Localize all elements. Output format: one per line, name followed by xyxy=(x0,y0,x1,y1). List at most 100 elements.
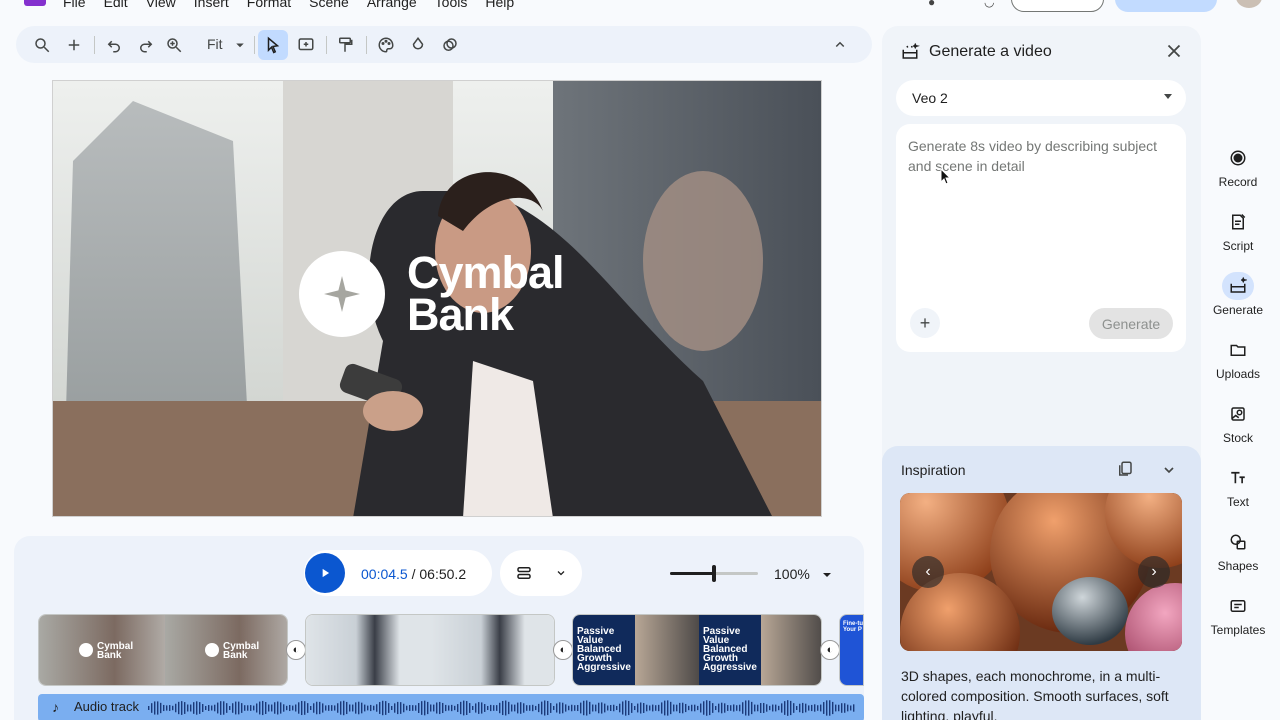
palette-icon[interactable] xyxy=(371,30,401,60)
video-canvas[interactable]: Cymbal Bank xyxy=(52,80,822,517)
rail-record[interactable]: Record xyxy=(1206,140,1270,196)
cymbal-bank-logo: Cymbal Bank xyxy=(299,250,565,337)
waveform-bar xyxy=(607,705,609,711)
waveform-bar xyxy=(496,705,498,711)
menu-view[interactable]: View xyxy=(146,0,176,10)
waveform-bar xyxy=(403,703,405,713)
waveform-bar xyxy=(784,701,786,715)
waveform-bar xyxy=(217,702,219,714)
waveform-bar xyxy=(655,705,657,711)
waveform-bar xyxy=(319,701,321,715)
menu-arrange[interactable]: Arrange xyxy=(367,0,417,10)
zoom-level[interactable]: 100% xyxy=(774,566,810,582)
waveform-bar xyxy=(697,705,699,711)
search-icon[interactable] xyxy=(27,30,57,60)
rail-script[interactable]: Script xyxy=(1206,204,1270,260)
waveform-bar xyxy=(598,702,600,714)
script-icon xyxy=(1222,208,1254,236)
waveform-bar xyxy=(226,703,228,713)
transition-icon[interactable]: ◐ xyxy=(820,640,840,660)
transition-icon[interactable]: ◐ xyxy=(286,640,306,660)
select-pointer-icon[interactable] xyxy=(258,30,288,60)
waveform-bar xyxy=(268,704,270,712)
caret-down-icon xyxy=(1164,94,1172,99)
slider-handle[interactable] xyxy=(712,565,716,582)
transition-icon[interactable]: ◐ xyxy=(553,640,573,660)
add-media-button[interactable]: + xyxy=(910,308,940,338)
avatar[interactable] xyxy=(1236,0,1262,8)
menu-help[interactable]: Help xyxy=(485,0,514,10)
undo-icon[interactable] xyxy=(99,30,129,60)
waveform-bar xyxy=(505,700,507,716)
menu-format[interactable]: Format xyxy=(247,0,291,10)
timeline-zoom-slider[interactable] xyxy=(670,565,758,582)
collapse-toolbar-icon[interactable] xyxy=(825,30,855,60)
generate-button[interactable]: Generate xyxy=(1089,308,1173,339)
clip-person[interactable] xyxy=(305,614,555,686)
chevron-down-icon[interactable] xyxy=(225,30,255,60)
rail-templates[interactable]: Templates xyxy=(1206,588,1270,644)
rail-stock[interactable]: Stock xyxy=(1206,396,1270,452)
app-logo[interactable] xyxy=(24,0,46,6)
audio-track[interactable]: ♪ Audio track xyxy=(38,694,864,720)
chevron-down-icon[interactable] xyxy=(822,571,832,579)
waveform-bar xyxy=(757,704,759,712)
rail-uploads[interactable]: Uploads xyxy=(1206,332,1270,388)
publish-button[interactable] xyxy=(1115,0,1217,12)
timeline-mode-selector[interactable] xyxy=(500,550,582,596)
waveform-bar xyxy=(424,700,426,716)
menu-insert[interactable]: Insert xyxy=(194,0,229,10)
clip-text[interactable]: Passive Value Balanced Growth Aggressive Pas… xyxy=(572,614,822,686)
waveform-bar xyxy=(745,700,747,716)
comment-icon[interactable]: ◡ xyxy=(984,0,994,9)
waveform-bar xyxy=(727,705,729,711)
next-icon[interactable]: › xyxy=(1138,556,1170,588)
waveform-bar xyxy=(583,700,585,716)
generate-icon xyxy=(1222,272,1254,300)
add-textbox-icon[interactable] xyxy=(291,30,321,60)
model-selector[interactable]: Veo 2 xyxy=(896,80,1186,116)
waveform-bar xyxy=(589,701,591,715)
fill-color-icon[interactable] xyxy=(403,30,433,60)
menu-file[interactable]: File xyxy=(63,0,86,10)
previous-icon[interactable]: ‹ xyxy=(912,556,944,588)
close-icon[interactable] xyxy=(1163,40,1185,62)
menu-tools[interactable]: Tools xyxy=(435,0,468,10)
redo-icon[interactable] xyxy=(131,30,161,60)
waveform-bar xyxy=(151,703,153,713)
waveform-bar xyxy=(256,703,258,713)
menu-scene[interactable]: Scene xyxy=(309,0,349,10)
rail-text[interactable]: Text xyxy=(1206,460,1270,516)
paint-format-icon[interactable] xyxy=(330,30,360,60)
menu-edit[interactable]: Edit xyxy=(104,0,128,10)
waveform-bar xyxy=(229,705,231,711)
waveform-bar xyxy=(658,704,660,712)
waveform-bar xyxy=(487,705,489,711)
chevron-down-icon[interactable] xyxy=(1161,462,1177,478)
copy-icon[interactable] xyxy=(1116,460,1134,478)
play-button[interactable] xyxy=(305,553,345,593)
waveform-bar xyxy=(469,703,471,713)
clip-partial[interactable]: Fine-tu Your P xyxy=(839,614,864,686)
waveform-bar xyxy=(481,702,483,714)
clip-brand[interactable]: Cymbal Bank Cymbal Bank xyxy=(38,614,288,686)
waveform-bar xyxy=(286,705,288,711)
waveform-bar xyxy=(472,705,474,711)
waveform-bar xyxy=(661,702,663,714)
history-icon[interactable]: ● xyxy=(928,0,935,9)
waveform-bar xyxy=(847,704,849,712)
waveform-bar xyxy=(394,703,396,713)
share-button[interactable] xyxy=(1011,0,1104,12)
add-icon[interactable] xyxy=(59,30,89,60)
waveform-bar xyxy=(592,704,594,712)
rail-shapes[interactable]: Shapes xyxy=(1206,524,1270,580)
waveform-bar xyxy=(502,700,504,716)
waveform-bar xyxy=(373,705,375,711)
waveform-bar xyxy=(541,701,543,715)
rail-generate[interactable]: Generate xyxy=(1206,268,1270,324)
effects-icon[interactable] xyxy=(435,30,465,60)
waveform-bar xyxy=(724,703,726,713)
zoom-fit-label[interactable]: Fit xyxy=(207,36,223,52)
prompt-input[interactable] xyxy=(908,136,1174,286)
zoom-icon[interactable] xyxy=(159,30,189,60)
